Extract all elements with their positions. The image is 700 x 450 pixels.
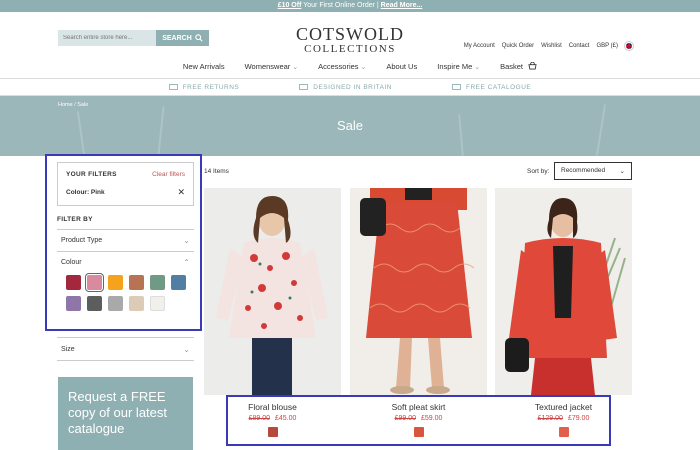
usp-free-catalogue[interactable]: FREE CATALOGUE bbox=[452, 83, 532, 91]
basket-label: Basket bbox=[500, 61, 523, 71]
chevron-down-icon: ⌄ bbox=[183, 344, 190, 354]
catalogue-icon bbox=[452, 83, 461, 90]
promo-offer[interactable]: £10 Off bbox=[278, 2, 302, 9]
nav-new-arrivals[interactable]: New Arrivals bbox=[183, 62, 225, 71]
sort-label: Sort by: bbox=[527, 168, 550, 175]
chevron-down-icon: ⌄ bbox=[619, 168, 625, 175]
usp-free-returns: FREE RETURNS bbox=[168, 83, 240, 91]
product-image-textured-jacket[interactable] bbox=[495, 188, 632, 395]
wishlist-link[interactable]: Wishlist bbox=[541, 43, 562, 49]
nav-about-us[interactable]: About Us bbox=[386, 62, 417, 71]
quick-order-link[interactable]: Quick Order bbox=[502, 43, 534, 49]
item-count: 14 Items bbox=[204, 168, 229, 175]
site-header: SEARCH COTSWOLD COLLECTIONS My Account Q… bbox=[0, 12, 700, 56]
currency-selector[interactable]: GBP (£) bbox=[596, 43, 618, 49]
utility-links: My Account Quick Order Wishlist Contact … bbox=[464, 41, 634, 51]
facet-size[interactable]: Size ⌄ bbox=[57, 337, 194, 361]
facet-size-label: Size bbox=[61, 345, 75, 353]
product-image-floral-blouse[interactable] bbox=[204, 188, 341, 395]
site-logo[interactable]: COTSWOLD COLLECTIONS bbox=[280, 25, 420, 55]
search-icon bbox=[195, 34, 203, 42]
nav-womenswear[interactable]: Womenswear bbox=[245, 62, 299, 71]
nav-inspire-me[interactable]: Inspire Me bbox=[437, 62, 480, 71]
product-image-soft-pleat-skirt[interactable] bbox=[350, 188, 487, 395]
search-button[interactable]: SEARCH bbox=[156, 30, 209, 46]
usp-designed-in-britain: DESIGNED IN BRITAIN bbox=[299, 83, 392, 91]
contact-link[interactable]: Contact bbox=[569, 43, 590, 49]
sort-select[interactable]: Recommended ⌄ bbox=[554, 162, 632, 180]
search-input[interactable] bbox=[58, 30, 156, 46]
promo-bar: £10 Off Your First Online Order | Read M… bbox=[0, 0, 700, 12]
catalogue-cta[interactable]: Request a FREE copy of our latest catalo… bbox=[58, 377, 193, 450]
highlight-box-products bbox=[226, 395, 611, 446]
uk-flag-icon[interactable] bbox=[624, 41, 634, 51]
highlight-box-filters bbox=[45, 154, 202, 331]
nav-basket[interactable]: Basket bbox=[500, 61, 537, 71]
page-title: Sale bbox=[336, 118, 364, 133]
returns-icon bbox=[168, 83, 178, 90]
basket-icon bbox=[528, 61, 537, 70]
promo-read-more-link[interactable]: Read More... bbox=[381, 2, 423, 9]
sale-banner: Home / Sale Sale bbox=[0, 96, 700, 157]
promo-text: Your First Online Order | bbox=[301, 2, 381, 9]
nav-accessories[interactable]: Accessories bbox=[318, 62, 366, 71]
main-nav: New Arrivals Womenswear Accessories Abou… bbox=[20, 56, 700, 76]
usp-designed-in-britain-text: DESIGNED IN BRITAIN bbox=[313, 83, 392, 91]
breadcrumb[interactable]: Home / Sale bbox=[58, 102, 88, 108]
usp-bar: FREE RETURNS DESIGNED IN BRITAIN FREE CA… bbox=[0, 78, 700, 96]
my-account-link[interactable]: My Account bbox=[464, 43, 495, 49]
logo-line2: COLLECTIONS bbox=[304, 43, 396, 55]
britain-icon bbox=[299, 83, 309, 90]
search-button-label: SEARCH bbox=[162, 34, 192, 42]
usp-free-returns-text: FREE RETURNS bbox=[182, 83, 240, 91]
usp-free-catalogue-text: FREE CATALOGUE bbox=[466, 83, 532, 91]
sort-value: Recommended bbox=[561, 167, 606, 174]
facet-size-row[interactable]: Size ⌄ bbox=[57, 338, 194, 360]
logo-line1: COTSWOLD bbox=[296, 24, 404, 44]
